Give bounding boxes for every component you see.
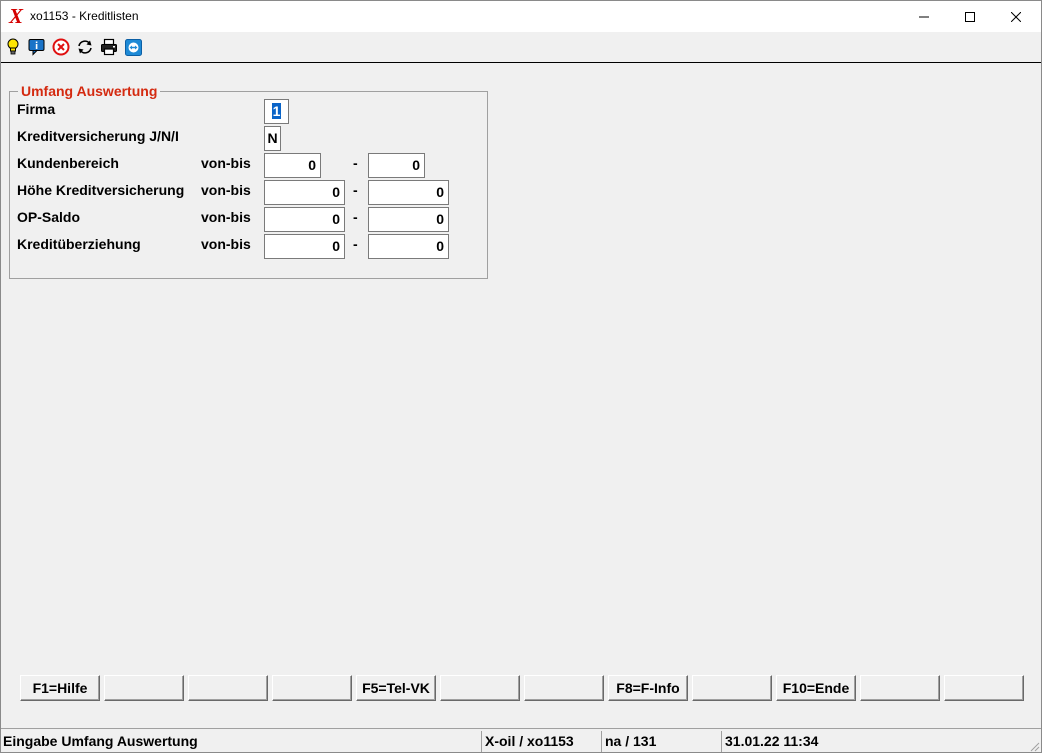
kundenbereich-range-label: von-bis [201, 155, 251, 171]
range-separator: - [353, 155, 358, 171]
status-bar: Eingabe Umfang Auswertung X-oil / xo1153… [1, 728, 1041, 752]
op-saldo-to-input[interactable]: 0 [368, 207, 449, 232]
title-bar: X xo1153 - Kreditlisten [1, 1, 1041, 32]
cancel-button[interactable] [52, 38, 70, 56]
f5-tel-vk-button[interactable]: F5=Tel-VK [356, 675, 436, 701]
status-message: Eingabe Umfang Auswertung [3, 733, 198, 749]
f12-button[interactable] [944, 675, 1024, 701]
firma-value: 1 [271, 103, 282, 119]
f6-button[interactable] [440, 675, 520, 701]
kundenbereich-to-input[interactable]: 0 [368, 153, 425, 178]
hoehe-kreditversicherung-range-label: von-bis [201, 182, 251, 198]
refresh-icon [78, 40, 92, 54]
op-saldo-label: OP-Saldo [17, 209, 81, 225]
app-window: X xo1153 - Kreditlisten Umfang Auswertun… [0, 0, 1042, 753]
maximize-icon [965, 11, 975, 22]
kreditueberziehung-to-input[interactable]: 0 [368, 234, 449, 259]
toolbar [1, 32, 1041, 63]
group-title: Umfang Auswertung [18, 83, 161, 99]
minimize-button[interactable] [901, 1, 947, 32]
range-separator: - [353, 209, 358, 225]
kreditueberziehung-label: Kreditüberziehung [17, 236, 141, 252]
remote-support-button[interactable] [124, 38, 142, 56]
firma-input[interactable]: 1 [264, 99, 289, 124]
firma-label: Firma [17, 101, 56, 117]
print-button[interactable] [100, 38, 118, 56]
kreditversicherung-label: Kreditversicherung J/N/I [17, 128, 179, 144]
range-separator: - [353, 236, 358, 252]
f11-button[interactable] [860, 675, 940, 701]
op-saldo-range-label: von-bis [201, 209, 251, 225]
kundenbereich-label: Kundenbereich [17, 155, 119, 171]
window-title: xo1153 - Kreditlisten [30, 9, 139, 23]
f8-f-info-button[interactable]: F8=F-Info [608, 675, 688, 701]
f10-end-button[interactable]: F10=Ende [776, 675, 856, 701]
tip-button[interactable] [4, 38, 22, 56]
f7-button[interactable] [524, 675, 604, 701]
info-icon [28, 39, 45, 56]
cancel-icon [52, 38, 70, 56]
lightbulb-icon [7, 38, 19, 55]
hoehe-kreditversicherung-from-input[interactable]: 0 [264, 180, 345, 205]
status-datetime: 31.01.22 11:34 [721, 731, 1026, 752]
status-program: X-oil / xo1153 [481, 731, 601, 752]
f3-button[interactable] [188, 675, 268, 701]
function-key-bar: F1=Hilfe F5=Tel-VK F8=F-Info F10=Ende [1, 675, 1041, 703]
f9-button[interactable] [692, 675, 772, 701]
f2-button[interactable] [104, 675, 184, 701]
range-separator: - [353, 182, 358, 198]
op-saldo-from-input[interactable]: 0 [264, 207, 345, 232]
status-user: na / 131 [601, 731, 721, 752]
close-button[interactable] [993, 1, 1039, 32]
resize-grip-icon[interactable] [1030, 742, 1040, 752]
kundenbereich-from-input[interactable]: 0 [264, 153, 321, 178]
hoehe-kreditversicherung-to-input[interactable]: 0 [368, 180, 449, 205]
close-icon [1011, 11, 1021, 22]
app-logo: X [9, 4, 24, 28]
hoehe-kreditversicherung-label: Höhe Kreditversicherung [17, 182, 185, 198]
kreditueberziehung-range-label: von-bis [201, 236, 251, 252]
info-button[interactable] [28, 38, 46, 56]
kreditversicherung-input[interactable]: N [264, 126, 281, 151]
f4-button[interactable] [272, 675, 352, 701]
maximize-button[interactable] [947, 1, 993, 32]
printer-icon [101, 38, 117, 56]
refresh-button[interactable] [76, 38, 94, 56]
teamviewer-icon [124, 38, 142, 56]
kreditueberziehung-from-input[interactable]: 0 [264, 234, 345, 259]
f1-help-button[interactable]: F1=Hilfe [20, 675, 100, 701]
minimize-icon [919, 16, 929, 17]
